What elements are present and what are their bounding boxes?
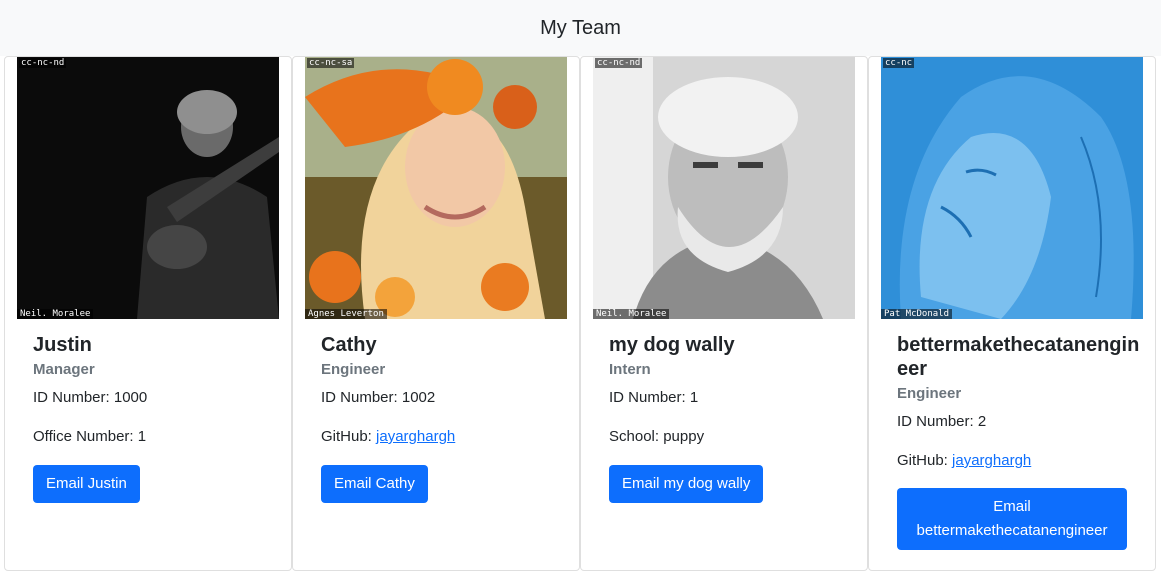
photo-image [881,57,1143,319]
photo-credit: Neil. Moralee [17,309,94,319]
employee-photo: cc-nc Pat McDonald [881,57,1143,319]
employee-name: Cathy [321,334,377,356]
license-label: cc-nc-nd [19,58,67,68]
github-label: GitHub: [321,428,377,445]
card-body: Cathy Engineer ID Number: 1002 GitHub: j… [321,333,565,503]
photo-image [17,57,279,319]
employee-role: Intern [609,361,651,378]
employee-role: Engineer [321,361,386,378]
employee-photo: cc-nc-sa Agnes Leverton [305,57,567,319]
email-button[interactable]: Email Justin [33,465,140,503]
employee-role: Manager [33,361,95,378]
license-label: cc-nc-sa [307,58,355,68]
employee-id: ID Number: 2 [897,413,987,430]
photo-image [305,57,567,319]
email-button[interactable]: Email my dog wally [609,465,764,503]
employee-card: cc-nc-nd Neil. Moralee my dog wally Inte… [580,56,868,571]
github-line: GitHub: jayarghargh [321,427,565,447]
navbar: My Team [0,0,1161,56]
employee-card: cc-nc Pat McDonald bettermakethecataneng… [868,56,1156,571]
office-number: Office Number: 1 [33,428,147,445]
photo-credit: Pat McDonald [881,309,953,319]
license-label: cc-nc [883,58,915,68]
photo-image [593,57,855,319]
card-body: Justin Manager ID Number: 1000 Office Nu… [33,333,277,503]
employee-name: Justin [33,334,92,356]
employee-id: ID Number: 1002 [321,389,436,406]
photo-credit: Agnes Leverton [305,309,387,319]
team-cards: cc-nc-nd Neil. Moralee Justin Manager ID… [0,56,1161,582]
employee-id: ID Number: 1000 [33,389,148,406]
employee-id: ID Number: 1 [609,389,699,406]
card-body: bettermakethecatanengineer Engineer ID N… [897,333,1141,550]
employee-role: Engineer [897,385,962,402]
employee-name: my dog wally [609,334,735,356]
github-label: GitHub: [897,452,953,469]
license-label: cc-nc-nd [595,58,643,68]
employee-photo: cc-nc-nd Neil. Moralee [17,57,279,319]
card-body: my dog wally Intern ID Number: 1 School:… [609,333,853,503]
school-line: School: puppy [609,428,705,445]
email-button[interactable]: Email Cathy [321,465,428,503]
github-line: GitHub: jayarghargh [897,451,1141,471]
employee-card: cc-nc-sa Agnes Leverton Cathy Engineer I… [292,56,580,571]
github-link[interactable]: jayarghargh [376,428,455,445]
github-link[interactable]: jayarghargh [952,452,1031,469]
page-title: My Team [540,16,621,39]
employee-name: bettermakethecatanengineer [897,334,1140,380]
employee-photo: cc-nc-nd Neil. Moralee [593,57,855,319]
email-button[interactable]: Email bettermakethecatanengineer [897,488,1127,550]
employee-card: cc-nc-nd Neil. Moralee Justin Manager ID… [4,56,292,571]
photo-credit: Neil. Moralee [593,309,670,319]
